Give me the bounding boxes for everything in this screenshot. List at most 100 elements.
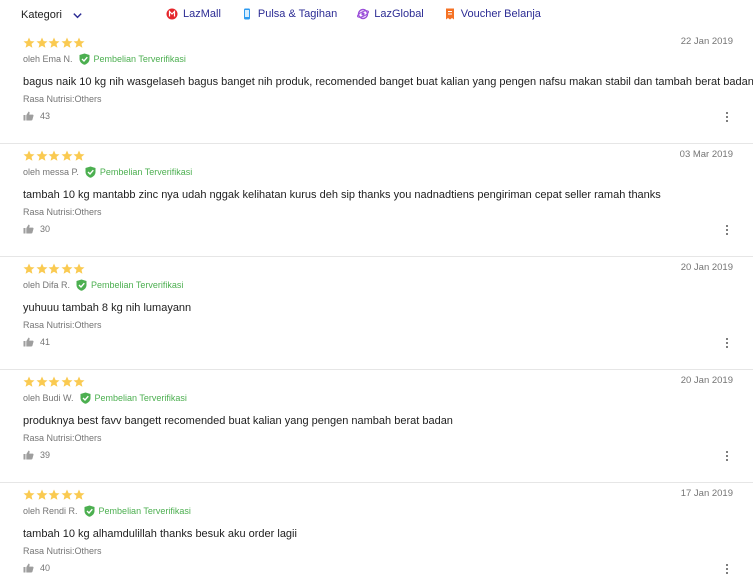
review-date: 17 Jan 2019 xyxy=(680,488,733,499)
star-icon xyxy=(61,489,73,500)
like-button[interactable]: 39 xyxy=(23,450,50,460)
verified-badge: Pembelian Terverifikasi xyxy=(84,505,191,517)
verified-label: Pembelian Terverifikasi xyxy=(91,280,184,290)
like-count: 39 xyxy=(40,450,51,460)
review-variant: Rasa Nutrisi:Others xyxy=(23,207,102,217)
review-item: 03 Mar 2019 oleh messa P. Pembelian Terv… xyxy=(0,144,753,257)
star-icon xyxy=(73,150,85,161)
thumbs-up-icon xyxy=(23,450,34,460)
thumbs-up-icon xyxy=(23,224,34,234)
verified-badge: Pembelian Terverifikasi xyxy=(80,392,187,404)
like-button[interactable]: 30 xyxy=(23,224,50,234)
review-meta: oleh Rendi R. Pembelian Terverifikasi xyxy=(23,505,191,517)
review-list: 22 Jan 2019 oleh Ema N. Pembelian Terver… xyxy=(0,31,753,583)
like-count: 30 xyxy=(40,224,51,234)
star-icon xyxy=(36,489,48,500)
review-item: 20 Jan 2019 oleh Difa R. Pembelian Terve… xyxy=(0,257,753,370)
star-rating xyxy=(23,489,86,501)
star-icon xyxy=(61,376,73,387)
nav-link-label: LazGlobal xyxy=(374,8,424,20)
star-icon xyxy=(73,263,85,274)
nav-link-label: Pulsa & Tagihan xyxy=(257,8,338,20)
star-icon xyxy=(23,150,35,161)
more-options-icon[interactable] xyxy=(725,337,729,349)
shield-check-icon xyxy=(84,505,95,517)
more-options-icon[interactable] xyxy=(725,563,729,575)
kategori-dropdown[interactable]: Kategori xyxy=(21,9,83,21)
thumbs-up-icon xyxy=(23,111,34,121)
shield-check-icon xyxy=(80,392,91,404)
star-icon xyxy=(61,37,73,48)
more-options-icon[interactable] xyxy=(725,111,729,123)
more-options-icon[interactable] xyxy=(725,224,729,236)
review-item: 22 Jan 2019 oleh Ema N. Pembelian Terver… xyxy=(0,31,753,144)
shield-check-icon xyxy=(79,53,90,65)
star-icon xyxy=(23,489,35,500)
like-count: 41 xyxy=(40,337,51,347)
like-button[interactable]: 43 xyxy=(23,111,50,121)
shield-check-icon xyxy=(76,279,87,291)
review-variant: Rasa Nutrisi:Others xyxy=(23,546,102,556)
shield-check-icon xyxy=(85,166,96,178)
review-meta: oleh messa P. Pembelian Terverifikasi xyxy=(23,166,192,178)
star-icon xyxy=(23,376,35,387)
review-meta: oleh Difa R. Pembelian Terverifikasi xyxy=(23,279,183,291)
star-icon xyxy=(36,150,48,161)
kategori-label: Kategori xyxy=(21,9,62,21)
review-date: 20 Jan 2019 xyxy=(680,262,733,273)
like-count: 40 xyxy=(40,563,51,573)
star-icon xyxy=(36,263,48,274)
phone-icon xyxy=(243,8,250,20)
review-date: 22 Jan 2019 xyxy=(680,36,733,47)
star-rating xyxy=(23,376,86,388)
nav-link-label: Voucher Belanja xyxy=(460,8,541,20)
review-meta: oleh Ema N. Pembelian Terverifikasi xyxy=(23,53,186,65)
nav-link-pulsa-tagihan[interactable]: Pulsa & Tagihan xyxy=(241,8,337,20)
star-icon xyxy=(48,263,60,274)
star-rating xyxy=(23,37,86,49)
star-rating xyxy=(23,263,86,275)
more-options-icon[interactable] xyxy=(725,450,729,462)
star-icon xyxy=(48,37,60,48)
review-variant: Rasa Nutrisi:Others xyxy=(23,320,102,330)
review-date: 20 Jan 2019 xyxy=(680,375,733,386)
star-icon xyxy=(73,37,85,48)
review-item: 20 Jan 2019 oleh Budi W. Pembelian Terve… xyxy=(0,370,753,483)
review-content: tambah 10 kg mantabb zinc nya udah nggak… xyxy=(23,189,661,201)
review-content: tambah 10 kg alhamdulillah thanks besuk … xyxy=(23,528,297,540)
thumbs-up-icon xyxy=(23,563,34,573)
like-button[interactable]: 40 xyxy=(23,563,50,573)
review-author: oleh messa P. xyxy=(23,167,79,177)
like-button[interactable]: 41 xyxy=(23,337,50,347)
like-count: 43 xyxy=(40,111,51,121)
review-author: oleh Ema N. xyxy=(23,54,73,64)
chevron-down-icon xyxy=(73,12,82,18)
globe-icon xyxy=(357,8,370,20)
star-icon xyxy=(73,376,85,387)
verified-badge: Pembelian Terverifikasi xyxy=(79,53,186,65)
star-icon xyxy=(23,263,35,274)
voucher-icon xyxy=(445,8,454,20)
review-item: 17 Jan 2019 oleh Rendi R. Pembelian Terv… xyxy=(0,483,753,583)
nav-link-label: LazMall xyxy=(183,8,221,20)
star-icon xyxy=(48,489,60,500)
verified-label: Pembelian Terverifikasi xyxy=(99,167,193,177)
star-icon xyxy=(48,376,60,387)
thumbs-up-icon xyxy=(23,337,34,347)
verified-label: Pembelian Terverifikasi xyxy=(98,506,191,516)
review-author: oleh Rendi R. xyxy=(23,506,78,516)
review-content: yuhuuu tambah 8 kg nih lumayann xyxy=(23,302,192,314)
nav-links: LazMall Pulsa & Tagihan LazGlobal Voucher B… xyxy=(166,8,561,20)
star-icon xyxy=(73,489,85,500)
nav-link-lazmall[interactable]: LazMall xyxy=(166,8,221,20)
review-content: bagus naik 10 kg nih wasgelaseh bagus ba… xyxy=(23,76,753,88)
review-author: oleh Budi W. xyxy=(23,393,74,403)
review-variant: Rasa Nutrisi:Others xyxy=(23,94,102,104)
nav-link-lazglobal[interactable]: LazGlobal xyxy=(357,8,424,20)
top-navigation-bar: Kategori LazMall Pulsa & Tagihan LazGlobal… xyxy=(0,0,753,31)
nav-link-voucher-belanja[interactable]: Voucher Belanja xyxy=(444,8,541,20)
star-icon xyxy=(36,376,48,387)
star-icon xyxy=(61,150,73,161)
review-content: produknya best favv bangett recomended b… xyxy=(23,415,453,427)
lazmall-icon xyxy=(166,8,178,20)
